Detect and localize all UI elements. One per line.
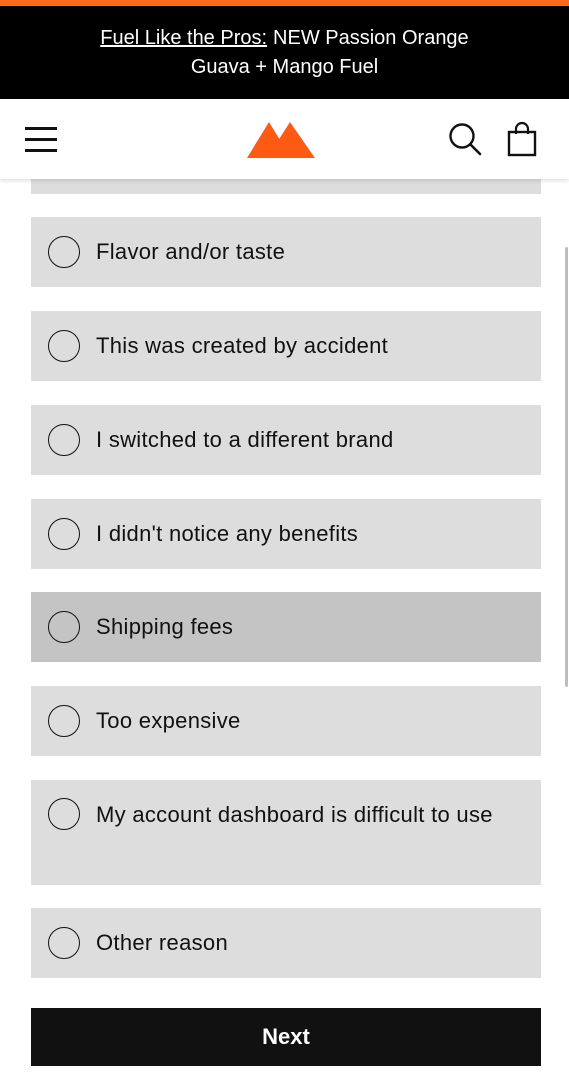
option-label: I didn't notice any benefits bbox=[96, 521, 359, 546]
option-label: Flavor and/or taste bbox=[96, 239, 286, 264]
announcement-text-line1: NEW Passion Orange bbox=[273, 26, 469, 49]
option-shipping-fees[interactable]: Shipping fees bbox=[31, 592, 541, 662]
survey-content: Flavor and/or taste This was created by … bbox=[0, 179, 569, 1080]
option-no-benefits[interactable]: I didn't notice any benefits bbox=[31, 499, 541, 569]
option-dashboard-difficult[interactable]: My account dashboard is difficult to use bbox=[31, 780, 541, 885]
option-partial-above[interactable] bbox=[31, 179, 541, 194]
announcement-link[interactable]: Fuel Like the Pros: bbox=[100, 24, 267, 53]
brand-m-logo[interactable] bbox=[247, 120, 315, 158]
page-scrollbar[interactable] bbox=[565, 247, 568, 687]
option-label: Too expensive bbox=[96, 708, 241, 733]
hamburger-icon[interactable] bbox=[25, 125, 59, 153]
next-button[interactable]: Next bbox=[31, 1008, 541, 1066]
option-label: This was created by accident bbox=[96, 333, 389, 358]
option-flavor[interactable]: Flavor and/or taste bbox=[31, 217, 541, 287]
option-label: I switched to a different brand bbox=[96, 427, 394, 452]
radio-icon[interactable] bbox=[48, 705, 80, 737]
radio-icon[interactable] bbox=[48, 236, 80, 268]
option-other-reason[interactable]: Other reason bbox=[31, 908, 541, 978]
shopping-bag-icon[interactable] bbox=[506, 121, 538, 157]
option-label: Other reason bbox=[96, 930, 229, 955]
radio-icon[interactable] bbox=[48, 927, 80, 959]
radio-icon[interactable] bbox=[48, 798, 80, 830]
option-label: Shipping fees bbox=[96, 614, 234, 639]
option-accident[interactable]: This was created by accident bbox=[31, 311, 541, 381]
announcement-text-line2: Guava + Mango Fuel bbox=[190, 55, 379, 78]
option-different-brand[interactable]: I switched to a different brand bbox=[31, 405, 541, 475]
search-icon[interactable] bbox=[448, 122, 482, 156]
radio-icon[interactable] bbox=[48, 330, 80, 362]
option-too-expensive[interactable]: Too expensive bbox=[31, 686, 541, 756]
announcement-bar: Fuel Like the Pros: NEW Passion Orange G… bbox=[0, 6, 569, 99]
radio-icon[interactable] bbox=[48, 611, 80, 643]
radio-icon[interactable] bbox=[48, 424, 80, 456]
option-label: My account dashboard is difficult to use bbox=[96, 802, 493, 827]
radio-icon[interactable] bbox=[48, 518, 80, 550]
